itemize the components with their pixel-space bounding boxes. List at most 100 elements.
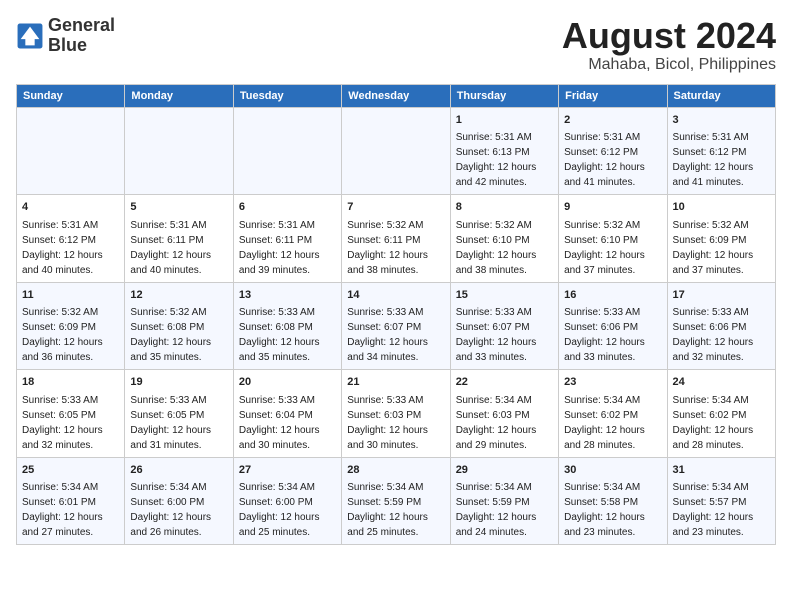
cell-content-line: Sunset: 6:10 PM — [564, 233, 661, 248]
cell-content-line: Daylight: 12 hours — [456, 510, 553, 525]
cell-content-line: Daylight: 12 hours — [130, 248, 227, 263]
day-number: 4 — [22, 199, 119, 216]
cell-content-line: Sunset: 6:04 PM — [239, 408, 336, 423]
cell-content-line: Sunset: 6:11 PM — [130, 233, 227, 248]
logo: General Blue — [16, 16, 115, 56]
cell-content-line: Sunset: 6:08 PM — [130, 320, 227, 335]
day-number: 27 — [239, 462, 336, 479]
cell-content-line: Daylight: 12 hours — [239, 423, 336, 438]
cell-content-line: Sunrise: 5:33 AM — [456, 305, 553, 320]
calendar-cell: 12Sunrise: 5:32 AMSunset: 6:08 PMDayligh… — [125, 282, 233, 370]
cell-content-line: and 26 minutes. — [130, 525, 227, 540]
cell-content-line: Daylight: 12 hours — [22, 335, 119, 350]
cell-content-line: Daylight: 12 hours — [22, 248, 119, 263]
day-number: 23 — [564, 374, 661, 391]
calendar-cell: 11Sunrise: 5:32 AMSunset: 6:09 PMDayligh… — [17, 282, 125, 370]
cell-content-line: and 33 minutes. — [456, 350, 553, 365]
cell-content-line: Sunrise: 5:31 AM — [564, 130, 661, 145]
cell-content-line: and 28 minutes. — [564, 438, 661, 453]
cell-content-line: Sunrise: 5:34 AM — [564, 480, 661, 495]
cell-content-line: Sunrise: 5:33 AM — [347, 305, 444, 320]
cell-content-line: and 25 minutes. — [347, 525, 444, 540]
cell-content-line: Sunrise: 5:34 AM — [239, 480, 336, 495]
calendar-cell: 28Sunrise: 5:34 AMSunset: 5:59 PMDayligh… — [342, 457, 450, 545]
cell-content-line: and 29 minutes. — [456, 438, 553, 453]
day-number: 30 — [564, 462, 661, 479]
cell-content-line: Sunset: 6:01 PM — [22, 495, 119, 510]
cell-content-line: Daylight: 12 hours — [456, 248, 553, 263]
cell-content-line: Daylight: 12 hours — [130, 335, 227, 350]
cell-content-line: and 40 minutes. — [130, 263, 227, 278]
cell-content-line: and 42 minutes. — [456, 175, 553, 190]
day-number: 24 — [673, 374, 770, 391]
cell-content-line: Sunset: 5:57 PM — [673, 495, 770, 510]
cell-content-line: and 27 minutes. — [22, 525, 119, 540]
calendar-cell: 18Sunrise: 5:33 AMSunset: 6:05 PMDayligh… — [17, 370, 125, 458]
calendar-cell: 20Sunrise: 5:33 AMSunset: 6:04 PMDayligh… — [233, 370, 341, 458]
calendar-week-row: 18Sunrise: 5:33 AMSunset: 6:05 PMDayligh… — [17, 370, 776, 458]
day-number: 7 — [347, 199, 444, 216]
cell-content-line: and 35 minutes. — [130, 350, 227, 365]
cell-content-line: Daylight: 12 hours — [239, 248, 336, 263]
cell-content-line: and 30 minutes. — [239, 438, 336, 453]
calendar-cell: 19Sunrise: 5:33 AMSunset: 6:05 PMDayligh… — [125, 370, 233, 458]
cell-content-line: Sunrise: 5:31 AM — [22, 218, 119, 233]
header-friday: Friday — [559, 84, 667, 107]
cell-content-line: Daylight: 12 hours — [564, 423, 661, 438]
header-thursday: Thursday — [450, 84, 558, 107]
calendar-cell: 16Sunrise: 5:33 AMSunset: 6:06 PMDayligh… — [559, 282, 667, 370]
cell-content-line: Daylight: 12 hours — [456, 160, 553, 175]
cell-content-line: Daylight: 12 hours — [347, 423, 444, 438]
cell-content-line: Sunrise: 5:31 AM — [673, 130, 770, 145]
cell-content-line: Sunset: 6:03 PM — [456, 408, 553, 423]
day-number: 18 — [22, 374, 119, 391]
cell-content-line: Daylight: 12 hours — [22, 423, 119, 438]
day-number: 6 — [239, 199, 336, 216]
cell-content-line: Sunrise: 5:32 AM — [347, 218, 444, 233]
calendar-cell: 23 Sunrise: 5:34 AMSunset: 6:02 PMDayligh… — [559, 370, 667, 458]
day-number: 1 — [456, 112, 553, 129]
cell-content-line: Daylight: 12 hours — [347, 248, 444, 263]
cell-content-line: Sunset: 5:58 PM — [564, 495, 661, 510]
cell-content-line: and 37 minutes. — [673, 263, 770, 278]
cell-content-line: and 35 minutes. — [239, 350, 336, 365]
calendar-cell: 10Sunrise: 5:32 AMSunset: 6:09 PMDayligh… — [667, 195, 775, 283]
cell-content-line: and 37 minutes. — [564, 263, 661, 278]
calendar-table: Sunday Monday Tuesday Wednesday Thursday… — [16, 84, 776, 546]
header-monday: Monday — [125, 84, 233, 107]
cell-content-line: Sunset: 6:02 PM — [673, 408, 770, 423]
cell-content-line: and 30 minutes. — [347, 438, 444, 453]
calendar-subtitle: Mahaba, Bicol, Philippines — [562, 56, 776, 74]
cell-content-line: Sunrise: 5:31 AM — [456, 130, 553, 145]
calendar-cell: 31Sunrise: 5:34 AMSunset: 5:57 PMDayligh… — [667, 457, 775, 545]
cell-content-line: Sunset: 6:06 PM — [673, 320, 770, 335]
cell-content-line: Sunrise: 5:32 AM — [673, 218, 770, 233]
cell-content-line: and 32 minutes. — [22, 438, 119, 453]
cell-content-line: Daylight: 12 hours — [130, 423, 227, 438]
cell-content-line: Sunrise: 5:34 AM — [564, 393, 661, 408]
day-number: 14 — [347, 287, 444, 304]
day-number: 2 — [564, 112, 661, 129]
cell-content-line: Sunrise: 5:33 AM — [673, 305, 770, 320]
cell-content-line: Sunset: 6:03 PM — [347, 408, 444, 423]
day-number: 5 — [130, 199, 227, 216]
cell-content-line: and 31 minutes. — [130, 438, 227, 453]
cell-content-line: Sunset: 6:02 PM — [564, 408, 661, 423]
cell-content-line: Sunrise: 5:34 AM — [673, 393, 770, 408]
cell-content-line: Daylight: 12 hours — [347, 510, 444, 525]
cell-content-line: Sunset: 5:59 PM — [347, 495, 444, 510]
calendar-week-row: 11Sunrise: 5:32 AMSunset: 6:09 PMDayligh… — [17, 282, 776, 370]
cell-content-line: Sunset: 6:05 PM — [22, 408, 119, 423]
day-number: 25 — [22, 462, 119, 479]
cell-content-line: Daylight: 12 hours — [673, 160, 770, 175]
cell-content-line: Sunrise: 5:34 AM — [456, 393, 553, 408]
calendar-cell: 13Sunrise: 5:33 AMSunset: 6:08 PMDayligh… — [233, 282, 341, 370]
cell-content-line: Sunset: 6:12 PM — [673, 145, 770, 160]
logo-text: General Blue — [48, 16, 115, 56]
cell-content-line: and 40 minutes. — [22, 263, 119, 278]
calendar-body: 1Sunrise: 5:31 AMSunset: 6:13 PMDaylight… — [17, 107, 776, 545]
calendar-cell: 24Sunrise: 5:34 AMSunset: 6:02 PMDayligh… — [667, 370, 775, 458]
calendar-cell: 25Sunrise: 5:34 AMSunset: 6:01 PMDayligh… — [17, 457, 125, 545]
calendar-cell: 26Sunrise: 5:34 AMSunset: 6:00 PMDayligh… — [125, 457, 233, 545]
calendar-cell: 15Sunrise: 5:33 AMSunset: 6:07 PMDayligh… — [450, 282, 558, 370]
